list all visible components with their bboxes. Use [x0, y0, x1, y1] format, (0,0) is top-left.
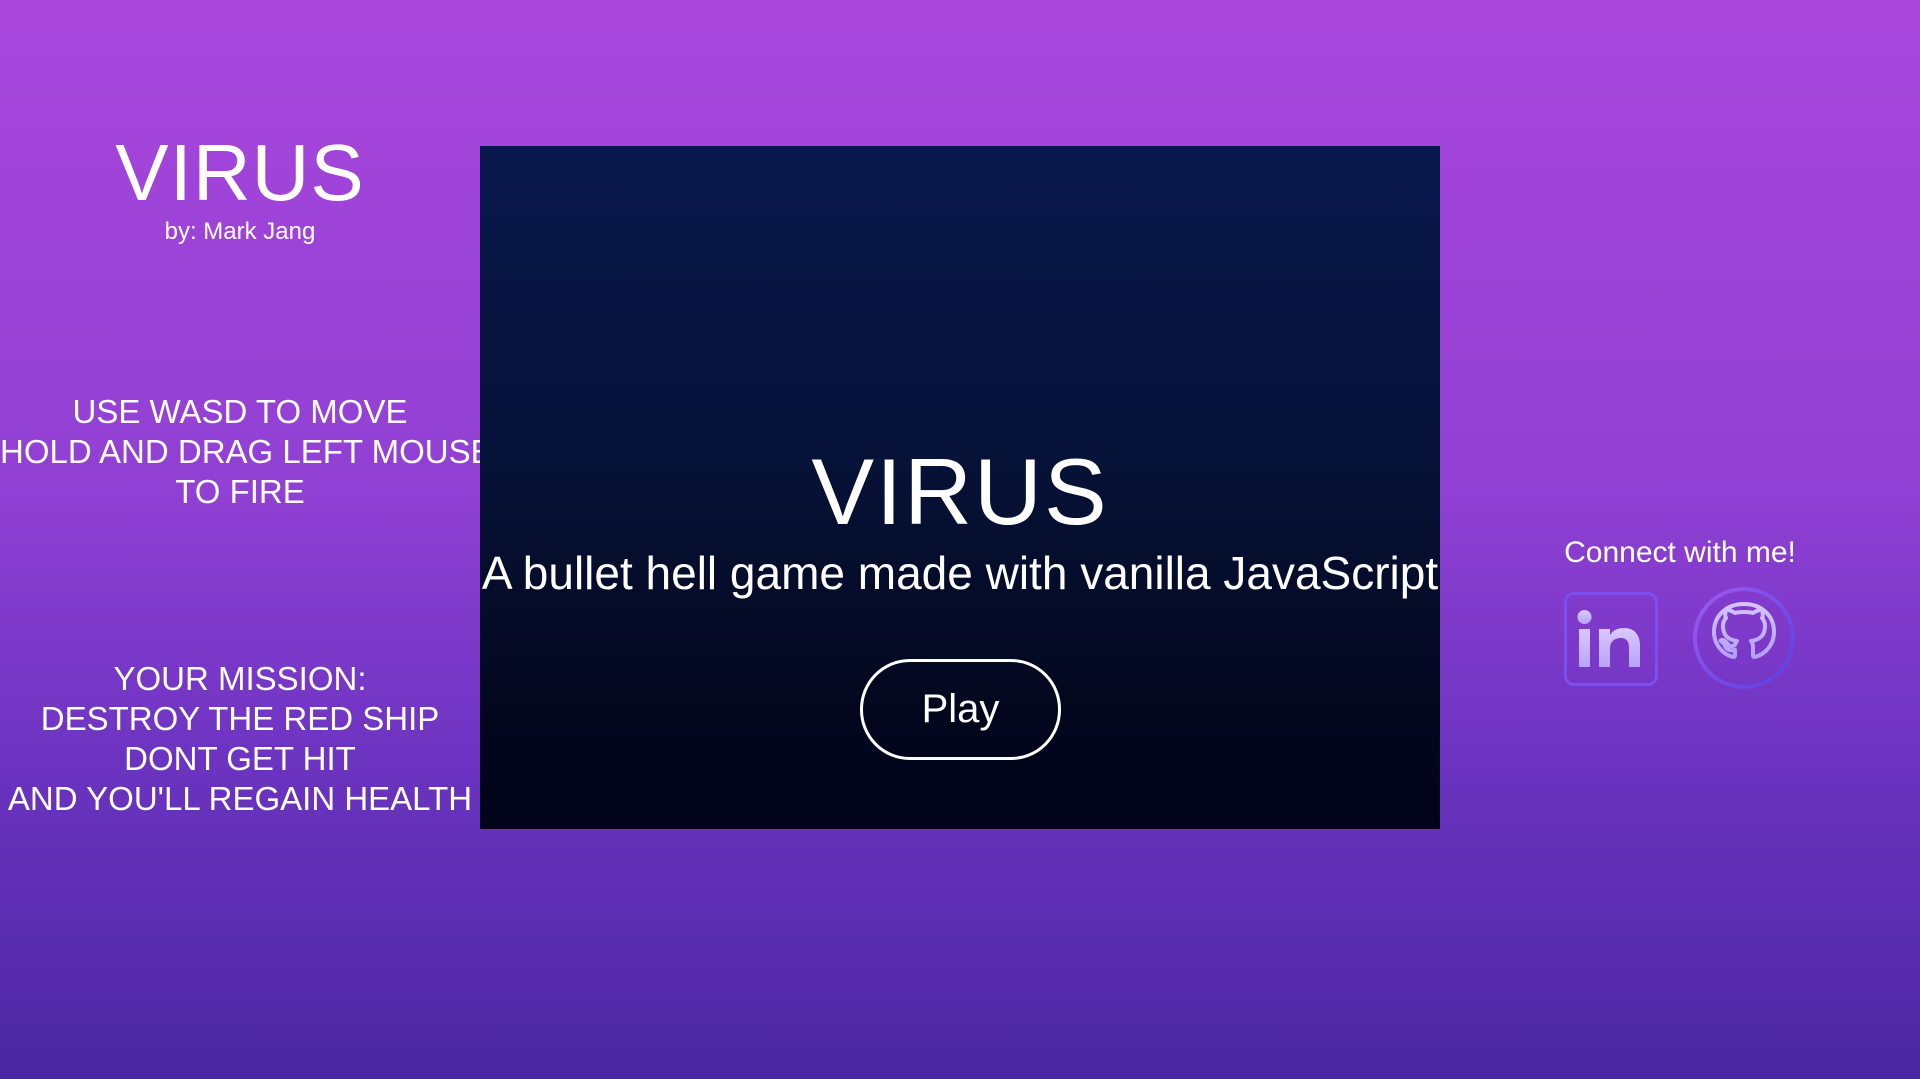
instruction-line: TO FIRE [175, 473, 305, 510]
game-title: VIRUS [811, 439, 1109, 544]
side-title: VIRUS [115, 128, 365, 217]
github-icon [1693, 587, 1795, 689]
mission-line: DESTROY THE RED SHIP [40, 700, 440, 737]
author-credit: by: Mark Jang [164, 218, 316, 245]
social-links [1564, 586, 1804, 696]
controls-instructions: USE WASD TO MOVE HOLD AND DRAG LEFT MOUS… [0, 392, 493, 512]
mission-line: AND YOU'LL REGAIN HEALTH [7, 780, 473, 817]
game-subtitle: A bullet hell game made with vanilla Jav… [481, 547, 1439, 599]
mission-line: YOUR MISSION: [113, 660, 367, 697]
connect-label: Connect with me! [1564, 536, 1796, 569]
instruction-line: HOLD AND DRAG LEFT MOUSE [0, 433, 493, 470]
mission-text: YOUR MISSION: DESTROY THE RED SHIP DONT … [0, 659, 480, 819]
info-panel: VIRUS by: Mark Jang USE WASD TO MOVE HOL… [0, 0, 493, 1079]
connect-panel: Connect with me! [1540, 530, 1820, 689]
linkedin-link[interactable] [1564, 592, 1658, 686]
github-link[interactable] [1692, 586, 1796, 690]
game-canvas[interactable]: VIRUS A bullet hell game made with vanil… [480, 146, 1440, 829]
instruction-line: USE WASD TO MOVE [72, 393, 408, 430]
play-button[interactable]: Play [860, 659, 1061, 760]
linkedin-icon [1577, 610, 1640, 667]
mission-line: DONT GET HIT [124, 740, 356, 777]
